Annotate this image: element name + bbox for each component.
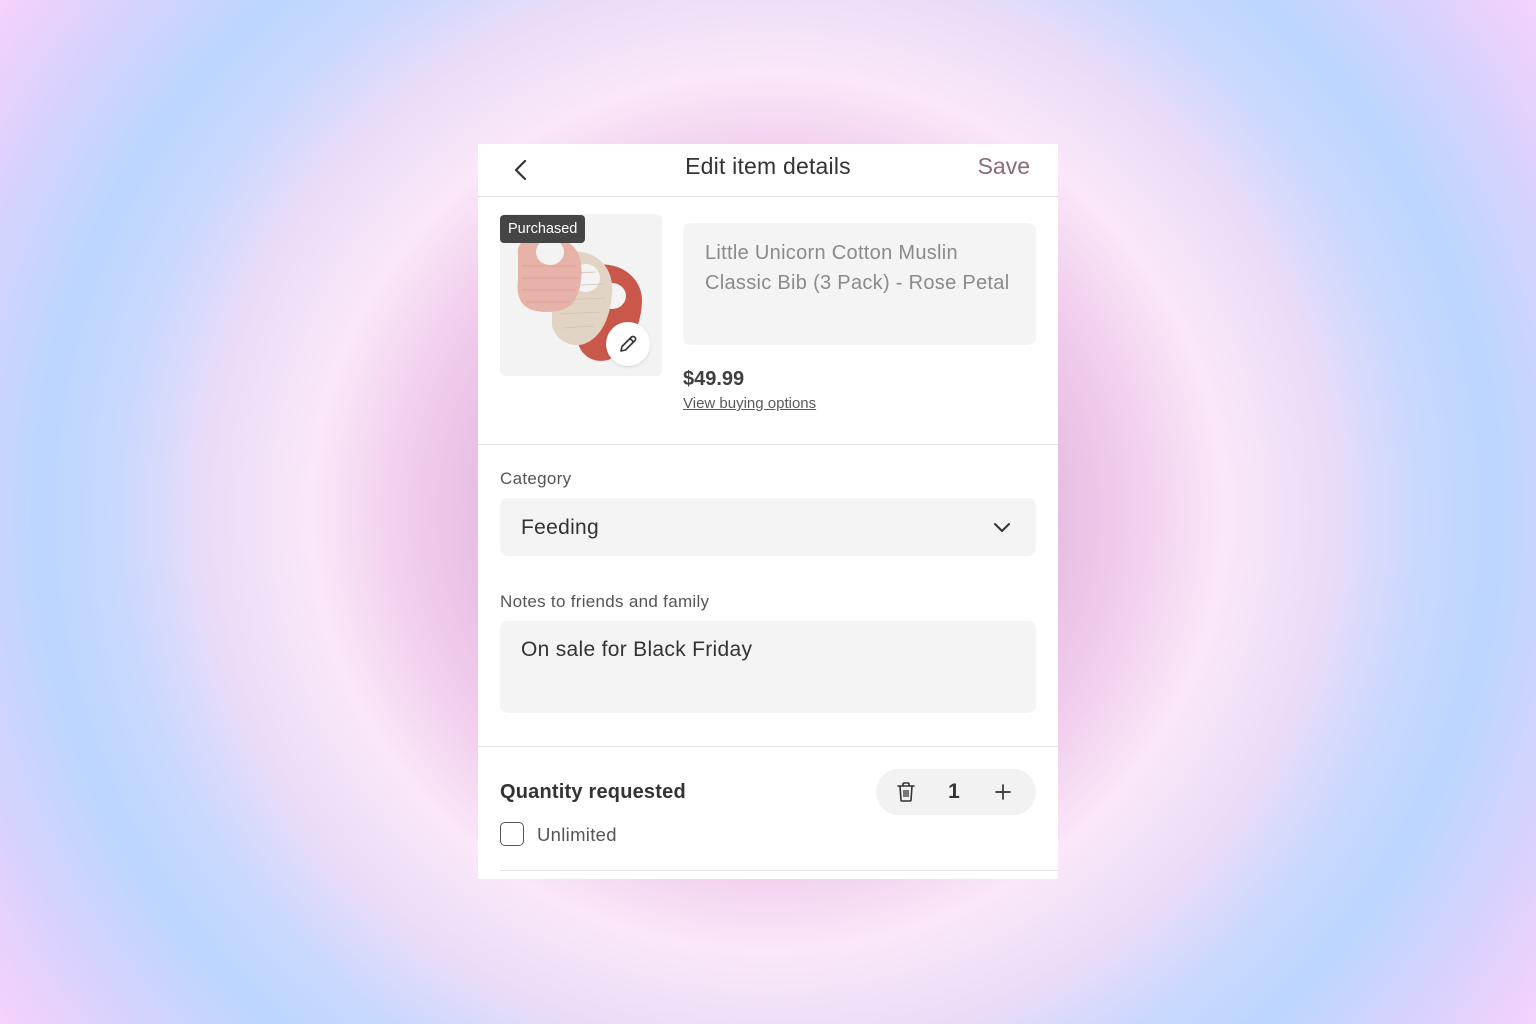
notes-label: Notes to friends and family bbox=[500, 592, 710, 611]
bib-pink bbox=[517, 236, 582, 312]
category-label: Category bbox=[500, 469, 572, 488]
increment-button[interactable] bbox=[993, 782, 1013, 807]
view-buying-options-link[interactable]: View buying options bbox=[683, 395, 816, 412]
quantity-stepper: 1 bbox=[876, 769, 1036, 815]
category-select[interactable]: Feeding bbox=[500, 498, 1036, 556]
edit-item-card: Edit item details Save Purchased Little … bbox=[478, 144, 1058, 879]
header-bar: Edit item details Save bbox=[478, 144, 1058, 197]
section-divider bbox=[500, 870, 1058, 871]
save-button[interactable]: Save bbox=[978, 153, 1030, 180]
edit-photo-button[interactable] bbox=[606, 322, 650, 366]
unlimited-checkbox[interactable] bbox=[500, 822, 524, 846]
unlimited-label[interactable]: Unlimited bbox=[537, 824, 617, 846]
pencil-icon bbox=[620, 335, 637, 352]
quantity-label: Quantity requested bbox=[500, 781, 686, 803]
notes-textarea[interactable]: On sale for Black Friday bbox=[500, 621, 1036, 713]
remove-button[interactable] bbox=[896, 781, 916, 808]
category-value: Feeding bbox=[521, 516, 599, 539]
page-title: Edit item details bbox=[685, 153, 851, 179]
section-divider bbox=[478, 746, 1058, 747]
purchased-badge: Purchased bbox=[500, 215, 586, 243]
item-price: $49.99 bbox=[683, 368, 745, 390]
quantity-value: 1 bbox=[948, 780, 960, 803]
item-name-field[interactable]: Little Unicorn Cotton Muslin Classic Bib… bbox=[683, 223, 1036, 345]
chevron-down-icon bbox=[994, 523, 1010, 532]
section-divider bbox=[478, 444, 1058, 445]
trash-icon bbox=[897, 782, 915, 802]
plus-icon bbox=[995, 784, 1011, 800]
